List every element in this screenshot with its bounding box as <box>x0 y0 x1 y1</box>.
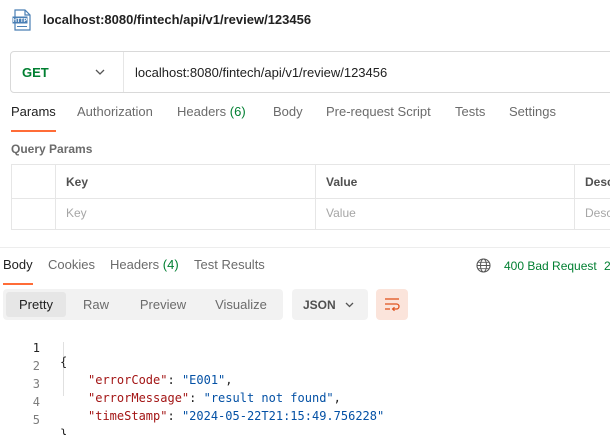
line-number: 5 <box>32 413 40 427</box>
tab-pre-request-script[interactable]: Pre-request Script <box>326 104 431 132</box>
column-header-key: Key <box>66 175 89 189</box>
code-line: 3 "errorMessage": "result not found", <box>0 363 610 405</box>
format-select[interactable]: JSON <box>292 289 368 320</box>
value-input[interactable]: Value <box>326 206 356 220</box>
globe-icon[interactable] <box>476 258 491 273</box>
column-header-description: Desc <box>585 175 610 189</box>
chevron-down-icon <box>345 302 354 308</box>
tab-tests[interactable]: Tests <box>455 104 485 132</box>
tab-headers[interactable]: Headers (6) <box>177 104 246 132</box>
title-bar: HTTP localhost:8080/fintech/api/v1/revie… <box>0 0 610 40</box>
description-input[interactable]: Desc <box>585 206 610 220</box>
tab-label: Params <box>11 104 56 119</box>
method-label: GET <box>22 65 49 80</box>
code-line: 1 { <box>0 327 610 369</box>
code-line: 5 } <box>0 399 610 435</box>
svg-text:HTTP: HTTP <box>13 18 28 24</box>
query-params-table: Key Value Desc Key Value Desc <box>11 164 610 230</box>
tab-label: Test Results <box>194 257 265 272</box>
view-pretty[interactable]: Pretty <box>6 292 66 317</box>
chevron-down-icon <box>95 69 105 75</box>
code-line: 4 "timeStamp": "2024-05-22T21:15:49.7562… <box>0 381 610 423</box>
code-line: 2 "errorCode": "E001", <box>0 345 610 387</box>
tab-authorization[interactable]: Authorization <box>77 104 153 132</box>
column-divider <box>574 165 575 229</box>
request-url-bar: GET localhost:8080/fintech/api/v1/review… <box>10 51 610 93</box>
tab-response-headers[interactable]: Headers (4) <box>110 257 179 285</box>
tab-label: Settings <box>509 104 556 119</box>
tab-label: Headers <box>177 104 227 119</box>
request-tabs: Params Authorization Headers (6) Body Pr… <box>0 104 610 132</box>
view-raw[interactable]: Raw <box>68 292 124 317</box>
column-divider <box>315 165 316 229</box>
tab-label: Headers <box>110 257 160 272</box>
url-input[interactable]: localhost:8080/fintech/api/v1/review/123… <box>135 65 387 80</box>
view-visualize[interactable]: Visualize <box>202 292 280 317</box>
column-divider <box>55 165 56 229</box>
tab-test-results[interactable]: Test Results <box>194 257 265 285</box>
query-params-title: Query Params <box>11 142 93 156</box>
tab-response-body[interactable]: Body <box>3 257 33 285</box>
tab-body[interactable]: Body <box>273 104 303 132</box>
tab-label: Body <box>273 104 303 119</box>
tab-params[interactable]: Params <box>11 104 56 132</box>
tab-label: Authorization <box>77 104 153 119</box>
response-time[interactable]: 2 <box>604 259 610 273</box>
tab-label: Pre-request Script <box>326 104 431 119</box>
tab-label: Tests <box>455 104 486 119</box>
close-brace: } <box>60 427 68 435</box>
tab-cookies[interactable]: Cookies <box>48 257 95 285</box>
wrap-lines-button[interactable] <box>376 289 408 320</box>
http-file-icon: HTTP <box>12 9 31 31</box>
tab-label: Cookies <box>48 257 95 272</box>
format-label: JSON <box>303 298 336 312</box>
view-mode-control: Pretty Raw Preview Visualize <box>3 289 283 320</box>
method-select[interactable]: GET <box>11 52 124 92</box>
column-header-value: Value <box>326 175 358 189</box>
request-title[interactable]: localhost:8080/fintech/api/v1/review/123… <box>43 12 311 27</box>
tab-label: Body <box>3 257 33 272</box>
table-divider <box>12 198 610 199</box>
tab-settings[interactable]: Settings <box>509 104 556 132</box>
status-badge[interactable]: 400 Bad Request <box>504 259 597 273</box>
view-preview[interactable]: Preview <box>130 292 196 317</box>
pane-divider[interactable] <box>0 247 610 248</box>
tab-count: (6) <box>229 104 246 119</box>
key-input[interactable]: Key <box>66 206 87 220</box>
wrap-lines-icon <box>385 298 400 312</box>
tab-count: (4) <box>162 257 179 272</box>
